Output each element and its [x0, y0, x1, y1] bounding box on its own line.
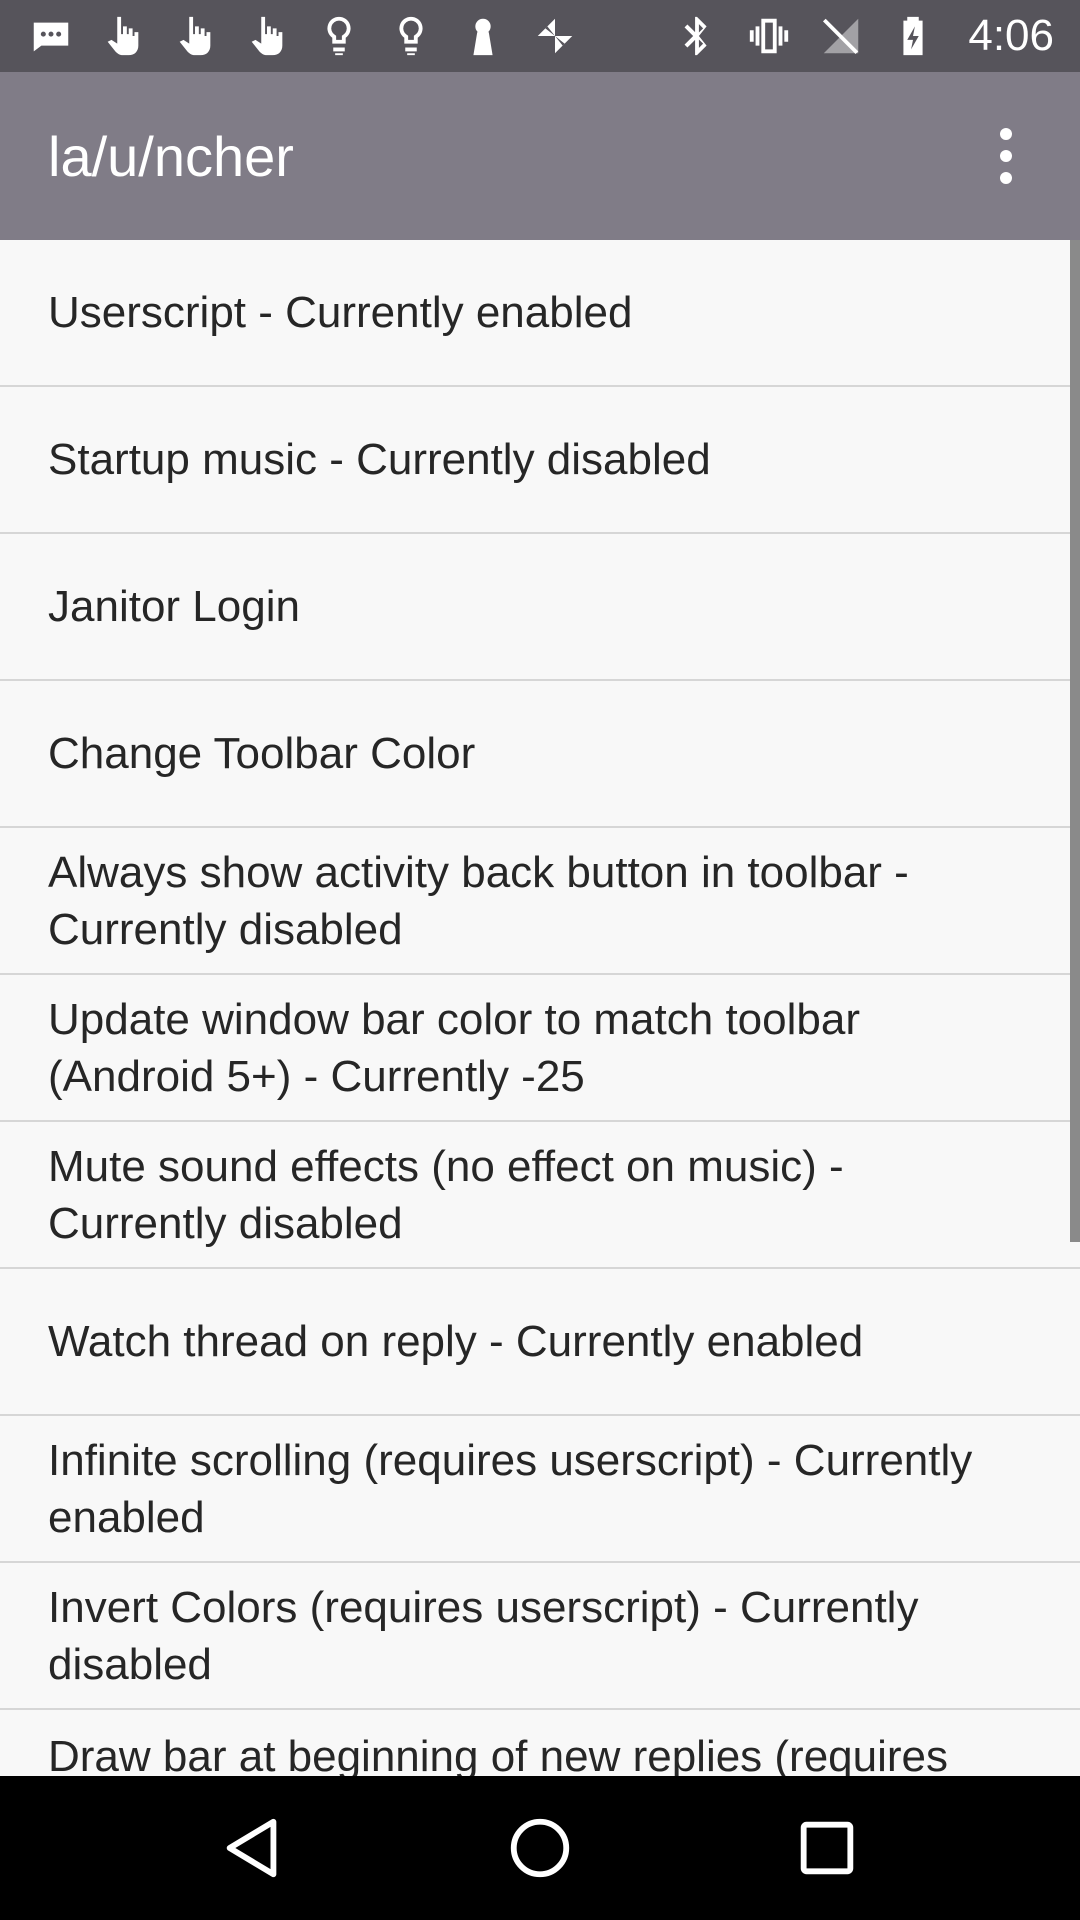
setting-label: Infinite scrolling (requires userscript)… [48, 1435, 973, 1542]
back-button[interactable] [198, 1793, 308, 1903]
setting-toolbar-color[interactable]: Change Toolbar Color [0, 681, 1080, 828]
lightbulb-icon [386, 11, 436, 61]
home-button[interactable] [485, 1793, 595, 1903]
battery-charging-icon [888, 11, 938, 61]
setting-janitor-login[interactable]: Janitor Login [0, 534, 1080, 681]
back-icon [227, 1818, 277, 1878]
setting-watch-thread[interactable]: Watch thread on reply - Currently enable… [0, 1269, 1080, 1416]
setting-mute-sound[interactable]: Mute sound effects (no effect on music) … [0, 1122, 1080, 1269]
lightbulb-icon [314, 11, 364, 61]
hand-pointer-icon [242, 11, 292, 61]
no-signal-icon [816, 11, 866, 61]
setting-label: Mute sound effects (no effect on music) … [48, 1141, 844, 1248]
bluetooth-icon [672, 11, 722, 61]
pinwheel-icon [530, 11, 580, 61]
setting-label: Janitor Login [48, 582, 300, 631]
overflow-menu-button[interactable] [970, 96, 1042, 216]
recents-icon [800, 1821, 853, 1875]
app-title: la/u/ncher [48, 124, 294, 188]
setting-label: Watch thread on reply - Currently enable… [48, 1317, 864, 1366]
system-icons: 4:06 [672, 11, 1054, 61]
recents-button[interactable] [772, 1793, 882, 1903]
setting-infinite-scrolling[interactable]: Infinite scrolling (requires userscript)… [0, 1416, 1080, 1563]
setting-draw-bar[interactable]: Draw bar at beginning of new replies (re… [0, 1710, 1080, 1776]
clock: 4:06 [968, 11, 1054, 60]
setting-invert-colors[interactable]: Invert Colors (requires userscript) - Cu… [0, 1563, 1080, 1710]
hand-pointer-icon [98, 11, 148, 61]
message-icon [26, 11, 76, 61]
settings-list[interactable]: Userscript - Currently enabled Startup m… [0, 240, 1080, 1776]
keyhole-icon [458, 11, 508, 61]
scrollbar[interactable] [1070, 240, 1080, 1242]
setting-label: Always show activity back button in tool… [48, 847, 909, 954]
app-toolbar: la/u/ncher [0, 72, 1080, 240]
setting-label: Invert Colors (requires userscript) - Cu… [48, 1582, 919, 1689]
status-bar: 4:06 [0, 0, 1080, 72]
hand-pointer-icon [170, 11, 220, 61]
setting-userscript[interactable]: Userscript - Currently enabled [0, 240, 1080, 387]
vibrate-icon [744, 11, 794, 61]
setting-label: Update window bar color to match toolbar… [48, 994, 860, 1101]
overflow-menu-icon [1000, 128, 1012, 140]
setting-back-button[interactable]: Always show activity back button in tool… [0, 828, 1080, 975]
navigation-bar [0, 1776, 1080, 1920]
setting-label: Startup music - Currently disabled [48, 435, 711, 484]
setting-label: Change Toolbar Color [48, 729, 476, 778]
setting-label: Userscript - Currently enabled [48, 288, 633, 337]
notification-icons [26, 11, 672, 61]
setting-label: Draw bar at beginning of new replies (re… [48, 1732, 949, 1776]
setting-window-bar-color[interactable]: Update window bar color to match toolbar… [0, 975, 1080, 1122]
setting-startup-music[interactable]: Startup music - Currently disabled [0, 387, 1080, 534]
home-icon [510, 1818, 570, 1878]
